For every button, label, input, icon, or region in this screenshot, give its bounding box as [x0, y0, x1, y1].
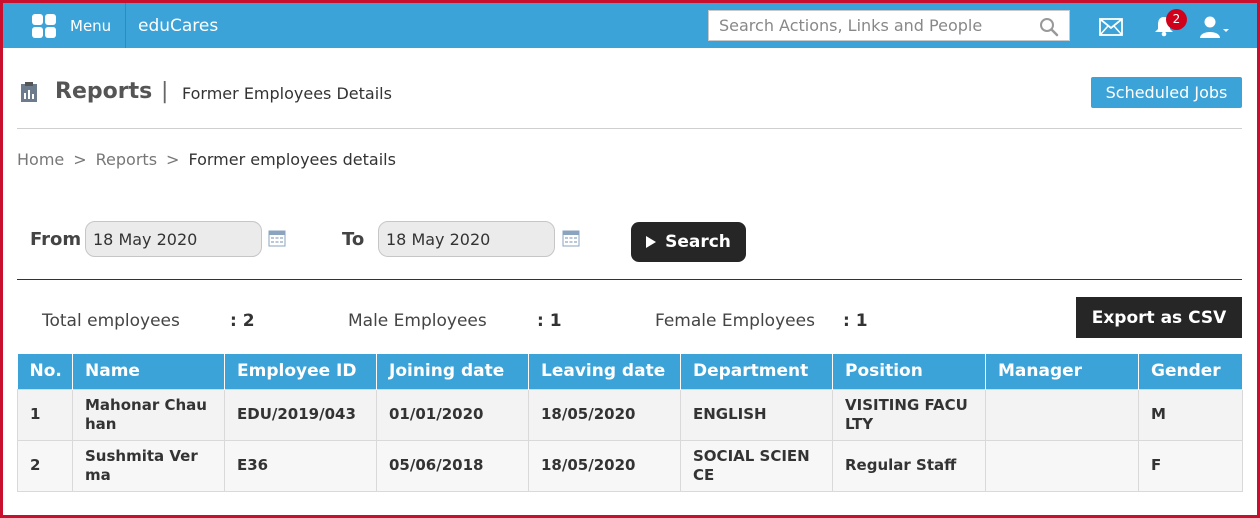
- column-header[interactable]: Leaving date: [528, 354, 681, 389]
- table-cell: 1: [17, 388, 73, 441]
- table-cell: M: [1138, 388, 1243, 441]
- table-row: 2 Sushmita Verma E36 05/06/2018 18/05/20…: [17, 439, 1243, 492]
- column-header[interactable]: Manager: [985, 354, 1139, 389]
- search-icon[interactable]: [1039, 17, 1059, 37]
- table-cell: 01/01/2020: [376, 388, 529, 441]
- report-icon: [21, 82, 37, 102]
- employees-table: No. Name Employee ID Joining date Leavin…: [17, 354, 1243, 492]
- table-cell: [985, 388, 1139, 441]
- column-header[interactable]: Employee ID: [224, 354, 377, 389]
- table-cell: 18/05/2020: [528, 388, 681, 441]
- menu-grid-icon: [32, 13, 56, 38]
- to-date-input[interactable]: [378, 221, 555, 257]
- breadcrumb-separator: >: [166, 150, 180, 169]
- search-button-label: Search: [665, 232, 731, 252]
- column-header[interactable]: No.: [17, 354, 73, 389]
- user-icon[interactable]: [1199, 15, 1231, 39]
- global-search: [708, 10, 1070, 41]
- page-title: Reports: [55, 79, 153, 104]
- breadcrumb-home[interactable]: Home: [17, 150, 64, 169]
- from-label: From: [30, 229, 82, 250]
- from-date-input[interactable]: [85, 221, 262, 257]
- table-row: 1 Mahonar Chauhan EDU/2019/043 01/01/202…: [17, 388, 1243, 441]
- female-employees-value: : 1: [843, 311, 868, 331]
- scheduled-jobs-button[interactable]: Scheduled Jobs: [1091, 77, 1242, 108]
- table-cell: Regular Staff: [832, 439, 986, 492]
- table-cell: 18/05/2020: [528, 439, 681, 492]
- table-cell: Mahonar Chauhan: [72, 388, 225, 441]
- table-cell: ENGLISH: [680, 388, 833, 441]
- table-cell: 05/06/2018: [376, 439, 529, 492]
- table-cell: F: [1138, 439, 1243, 492]
- menu-label: Menu: [70, 16, 112, 35]
- breadcrumb-current: Former employees details: [188, 150, 396, 169]
- to-label: To: [342, 229, 365, 250]
- export-csv-button[interactable]: Export as CSV: [1076, 297, 1242, 338]
- male-employees-value: : 1: [537, 311, 562, 331]
- breadcrumb: Home > Reports > Former employees detail…: [17, 150, 396, 169]
- breadcrumb-reports[interactable]: Reports: [96, 150, 157, 169]
- table-cell: VISITING FACULTY: [832, 388, 986, 441]
- breadcrumb-separator: >: [73, 150, 87, 169]
- table-cell: SOCIAL SCIENCE: [680, 439, 833, 492]
- top-navbar: Menu eduCares 2: [3, 3, 1257, 48]
- table-cell: EDU/2019/043: [224, 388, 377, 441]
- female-employees-label: Female Employees: [655, 311, 815, 331]
- table-cell: 2: [17, 439, 73, 492]
- search-button[interactable]: Search: [631, 222, 746, 262]
- total-employees-label: Total employees: [42, 311, 180, 331]
- column-header[interactable]: Name: [72, 354, 225, 389]
- brand-name[interactable]: eduCares: [138, 16, 218, 36]
- page-subtitle: Former Employees Details: [182, 84, 392, 103]
- from-calendar-icon[interactable]: [268, 229, 286, 247]
- play-icon: [646, 236, 657, 248]
- total-employees-value: : 2: [230, 311, 255, 331]
- table-cell: Sushmita Verma: [72, 439, 225, 492]
- notification-badge[interactable]: 2: [1166, 9, 1187, 30]
- table-header-row: No. Name Employee ID Joining date Leavin…: [17, 354, 1243, 389]
- column-header[interactable]: Joining date: [376, 354, 529, 389]
- title-separator: |: [161, 79, 169, 104]
- table-cell: [985, 439, 1139, 492]
- filter-divider: [17, 279, 1242, 280]
- column-header[interactable]: Gender: [1138, 354, 1243, 389]
- to-calendar-icon[interactable]: [562, 229, 580, 247]
- male-employees-label: Male Employees: [348, 311, 487, 331]
- header-divider: [17, 128, 1242, 129]
- column-header[interactable]: Position: [832, 354, 986, 389]
- table-cell: E36: [224, 439, 377, 492]
- global-search-input[interactable]: [709, 11, 1029, 40]
- column-header[interactable]: Department: [680, 354, 833, 389]
- menu-button[interactable]: Menu: [20, 3, 126, 48]
- mail-icon[interactable]: [1099, 18, 1123, 36]
